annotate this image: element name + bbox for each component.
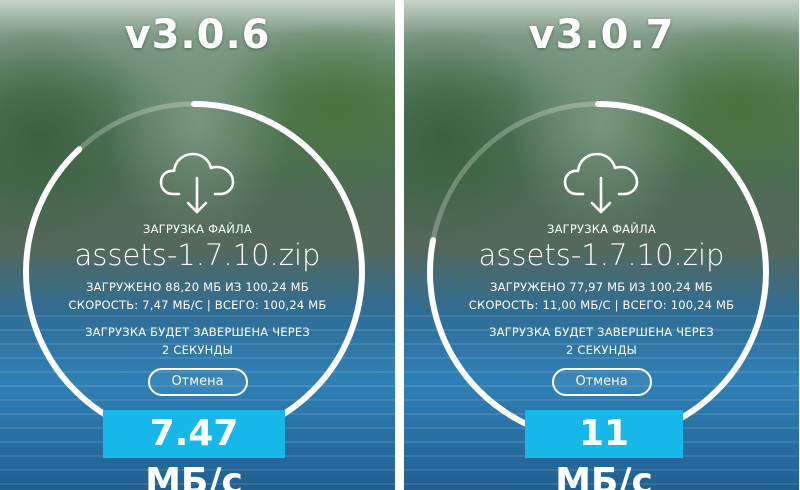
eta-line-1: ЗАГРУЗКА БУДЕТ ЗАВЕРШЕНА ЧЕРЕЗ	[489, 325, 714, 339]
file-name: assets-1.7.10.zip	[478, 238, 725, 272]
panel-v306: v3.0.6 ЗАГРУЗКА ФАЙЛА assets-1.7.10.zip …	[0, 0, 395, 490]
cancel-button[interactable]: Отмена	[551, 368, 652, 396]
speed-badge: 7.47 МБ/с	[103, 410, 285, 490]
panel-divider	[395, 0, 404, 490]
eta-line-2: 2 СЕКУНДЫ	[161, 343, 234, 357]
cloud-download-icon	[563, 152, 638, 214]
speed-badge: 11 МБ/с	[525, 410, 683, 490]
version-label: v3.0.6	[124, 12, 271, 58]
file-name: assets-1.7.10.zip	[74, 238, 321, 272]
eta-line-1: ЗАГРУЗКА БУДЕТ ЗАВЕРШЕНА ЧЕРЕЗ	[85, 325, 310, 339]
download-header: ЗАГРУЗКА ФАЙЛА	[143, 222, 252, 236]
loaded-status: ЗАГРУЖЕНО 88,20 МБ ИЗ 100,24 МБ	[86, 280, 309, 294]
speed-status: СКОРОСТЬ: 11,00 МБ/С | ВСЕГО: 100,24 МБ	[468, 298, 735, 312]
cloud-download-icon	[159, 152, 234, 214]
cancel-button[interactable]: Отмена	[147, 368, 248, 396]
panel-v307: v3.0.7 ЗАГРУЗКА ФАЙЛА assets-1.7.10.zip …	[404, 0, 799, 490]
eta-line-2: 2 СЕКУНДЫ	[565, 343, 638, 357]
version-label: v3.0.7	[528, 12, 675, 58]
loaded-status: ЗАГРУЖЕНО 77,97 МБ ИЗ 100,24 МБ	[490, 280, 713, 294]
speed-status: СКОРОСТЬ: 7,47 МБ/С | ВСЕГО: 100,24 МБ	[68, 298, 327, 312]
download-header: ЗАГРУЗКА ФАЙЛА	[547, 222, 656, 236]
